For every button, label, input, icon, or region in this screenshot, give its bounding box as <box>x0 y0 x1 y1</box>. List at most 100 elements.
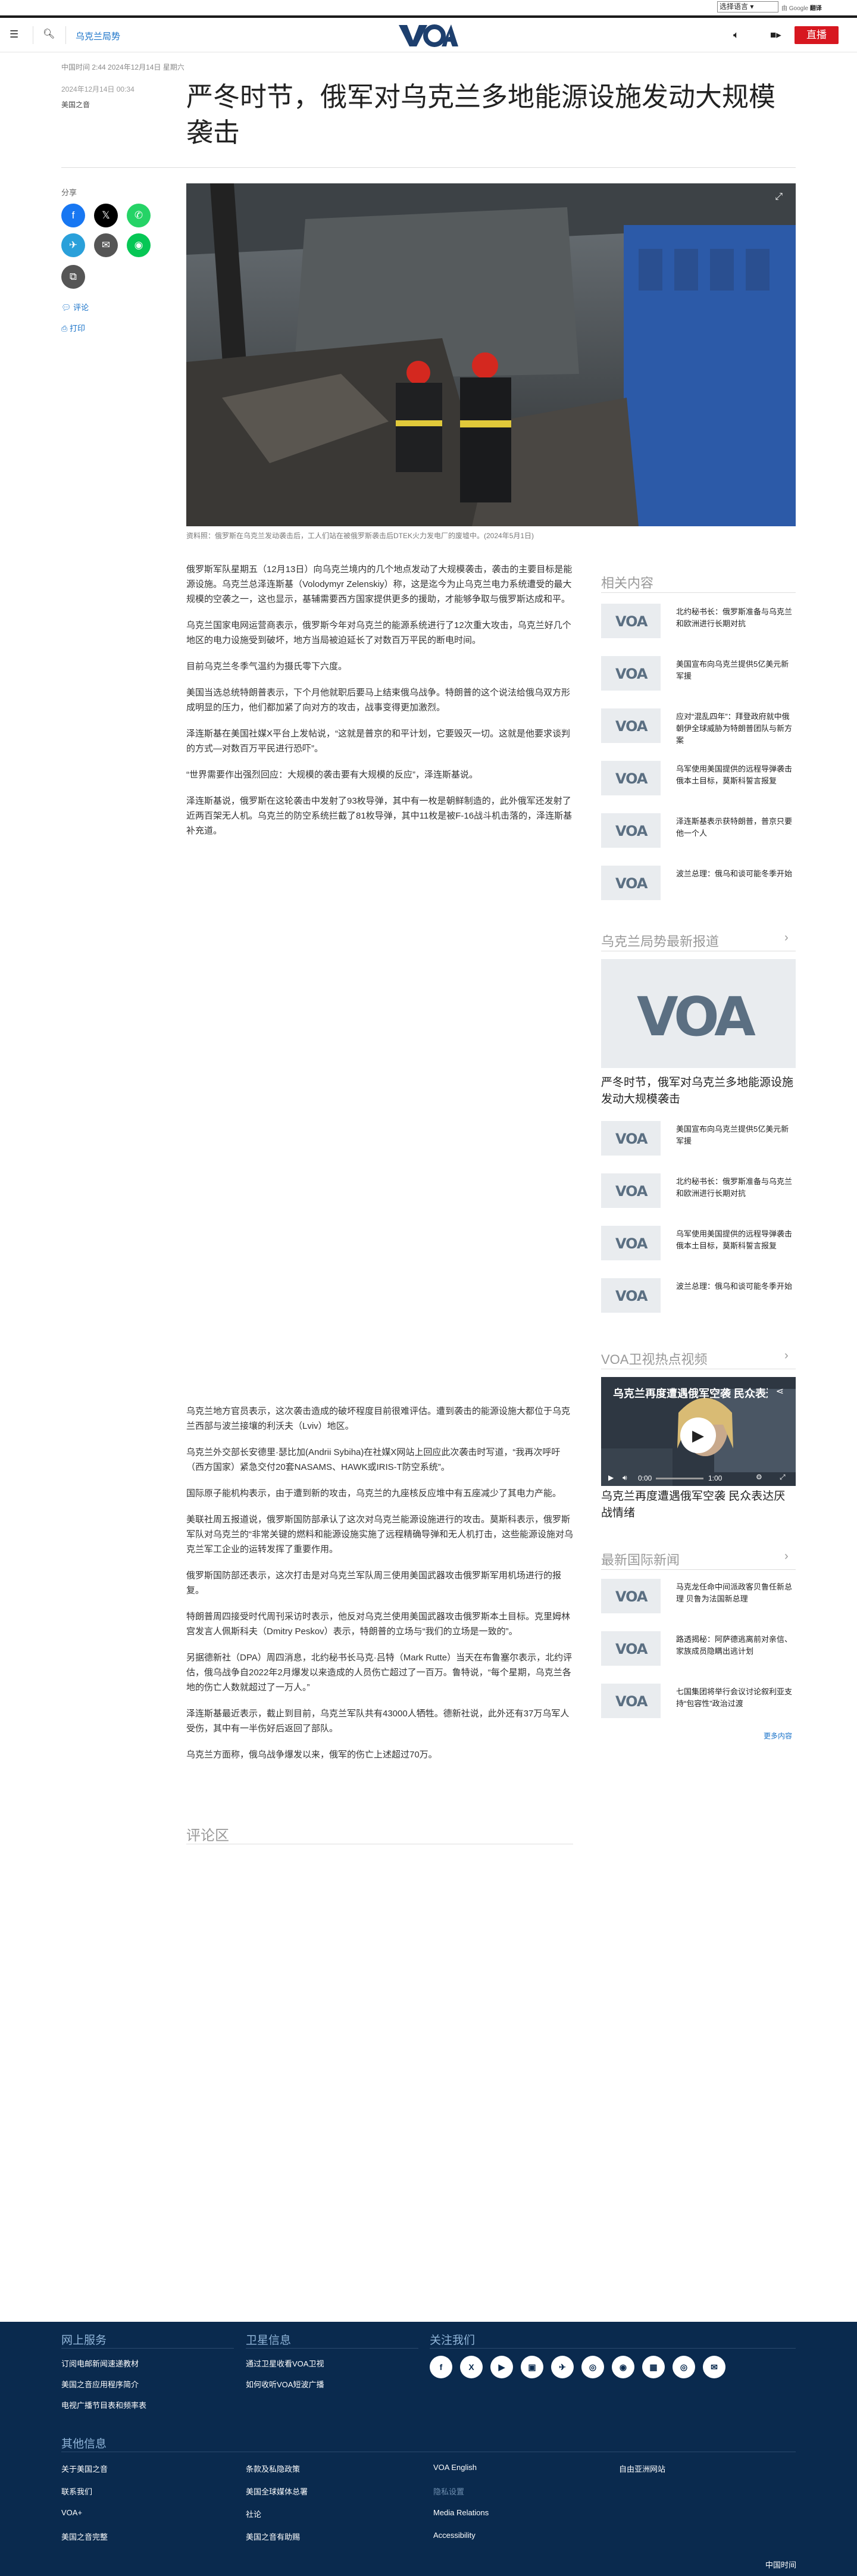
social-icon[interactable]: X <box>460 2356 483 2378</box>
social-icon[interactable]: ✉ <box>703 2356 725 2378</box>
footer-link[interactable]: 隐私设置 <box>433 2486 464 2497</box>
list-item[interactable]: VOA 波兰总理：俄乌和谈可能冬季开始 <box>601 1278 796 1316</box>
list-item[interactable]: VOA 北约秘书长：俄罗斯准备与乌克兰和欧洲进行长期对抗 <box>601 1173 796 1211</box>
article-body-continued: 乌克兰地方官员表示，这次袭击造成的破坏程度目前很难评估。遭到袭击的能源设施大都位… <box>186 1404 573 1773</box>
live-button[interactable]: 直播 <box>795 26 839 44</box>
voa-logo-placeholder: VOA <box>615 1693 648 1710</box>
share-icon[interactable]: ⋖ <box>776 1385 784 1397</box>
audio-icon[interactable]: 🔈︎ <box>733 29 739 41</box>
voa-logo-placeholder: VOA <box>615 666 648 682</box>
chevron-right-icon[interactable]: › <box>784 1349 789 1363</box>
footer-link[interactable]: 如何收听VOA短波广播 <box>246 2378 324 2390</box>
list-item-title: 路透揭秘：阿萨德逃离前对亲信、家族成员隐瞒出逃计划 <box>676 1635 793 1656</box>
voa-logo[interactable] <box>398 23 459 48</box>
voa-logo-placeholder: VOA <box>615 770 648 787</box>
social-icon[interactable]: ◎ <box>673 2356 695 2378</box>
footer-link[interactable]: 条款及私隐政策 <box>246 2463 300 2474</box>
footer-link[interactable]: 美国全球媒体总署 <box>246 2486 308 2497</box>
list-item-title: 波兰总理：俄乌和谈可能冬季开始 <box>676 1282 793 1291</box>
power-plant-ruins-photo <box>186 183 796 526</box>
x-share-icon[interactable]: 𝕏 <box>94 204 118 227</box>
video-player[interactable]: 乌克兰再度遭遇俄军空袭 民众表达... ⋖ ▶ ▶ 🔊︎ 0:00 1:00 ⚙… <box>601 1377 796 1486</box>
search-icon[interactable]: 🔍︎ <box>43 28 55 40</box>
list-item[interactable]: VOA 七国集团将举行会议讨论叙利亚支持“包容性”政治过渡 <box>601 1684 796 1722</box>
list-item[interactable]: VOA 路透揭秘：阿萨德逃离前对亲信、家族成员隐瞒出逃计划 <box>601 1631 796 1669</box>
social-icon[interactable]: ◉ <box>612 2356 634 2378</box>
footer-link[interactable]: Media Relations <box>433 2508 489 2517</box>
play-icon[interactable]: ▶ <box>680 1417 716 1453</box>
menu-icon[interactable]: ☰ <box>10 29 18 40</box>
article-paragraph: 泽连斯基说，俄罗斯在这轮袭击中发射了93枚导弹，其中有一枚是朝鲜制造的，此外俄军… <box>186 796 573 836</box>
whatsapp-share-icon[interactable]: ✆ <box>127 204 151 227</box>
footer-link[interactable]: 关于美国之音 <box>61 2463 108 2474</box>
footer-link[interactable]: 电视广播节目表和频率表 <box>61 2399 146 2410</box>
facebook-share-icon[interactable]: f <box>61 204 85 227</box>
footer-link[interactable]: 订阅电邮新闻速递教材 <box>61 2358 139 2369</box>
footer-link[interactable]: VOA English <box>433 2463 477 2472</box>
chevron-right-icon[interactable]: › <box>784 1550 789 1563</box>
list-item[interactable]: VOA 乌军使用美国提供的远程导弹袭击俄本土目标，莫斯科誓言报复 <box>601 761 796 799</box>
telegram-share-icon[interactable]: ✈ <box>61 233 85 257</box>
line-share-icon[interactable]: ◉ <box>127 233 151 257</box>
chevron-right-icon[interactable]: › <box>784 931 789 945</box>
video-progress-bar[interactable] <box>656 1478 703 1479</box>
social-icon[interactable]: ▣ <box>521 2356 543 2378</box>
latest-heading[interactable]: 乌克兰局势最新报道 <box>601 931 719 950</box>
social-icon[interactable]: ▶ <box>490 2356 513 2378</box>
voa-logo-placeholder: VOA <box>637 986 756 1048</box>
footer-link[interactable]: 自由亚洲网站 <box>619 2463 665 2474</box>
list-item-title: 美国宣布向乌克兰提供5亿美元新军援 <box>676 660 789 680</box>
voa-logo-placeholder: VOA <box>615 1183 648 1200</box>
footer-link[interactable]: 美国之音应用程序简介 <box>61 2378 139 2390</box>
hero-image[interactable]: ⤢ <box>186 183 796 526</box>
social-icon[interactable]: f <box>430 2356 452 2378</box>
thumbnail: VOA <box>601 1631 661 1666</box>
footer-link[interactable]: 社论 <box>246 2508 261 2519</box>
featured-title[interactable]: 严冬时节，俄军对乌克兰多地能源设施发动大规模袭击 <box>601 1075 796 1108</box>
video-caption[interactable]: 乌克兰再度遭遇俄军空袭 民众表达厌战情绪 <box>601 1488 796 1522</box>
footer-link[interactable]: 联系我们 <box>61 2486 92 2497</box>
list-item[interactable]: VOA 乌军使用美国提供的远程导弹袭击俄本土目标，莫斯科誓言报复 <box>601 1226 796 1264</box>
google-translate-credit: 由 Google 翻译 <box>781 5 822 12</box>
date-line: 中国时间 2:44 2024年12月14日 星期六 <box>61 63 184 71</box>
fullscreen-icon[interactable]: ⤢ <box>780 1473 786 1482</box>
featured-thumbnail[interactable]: VOA <box>601 959 796 1068</box>
footer-link[interactable]: 美国之音有助赐 <box>246 2531 300 2542</box>
video-heading[interactable]: VOA卫视热点视频 <box>601 1349 707 1368</box>
related-divider <box>601 592 796 593</box>
list-item[interactable]: VOA 应对“混乱四年”：拜登政府就中俄朝伊全球威胁为特朗普团队与新方案 <box>601 708 796 747</box>
video-duration: 1:00 <box>708 1474 722 1482</box>
footer-link[interactable]: VOA+ <box>61 2508 82 2517</box>
footer-link[interactable]: 通过卫星收看VOA卫视 <box>246 2358 324 2369</box>
list-item[interactable]: VOA 马克龙任命中间派政客贝鲁任新总理 贝鲁为法国新总理 <box>601 1579 796 1617</box>
list-item[interactable]: VOA 北约秘书长：俄罗斯准备与乌克兰和欧洲进行长期对抗 <box>601 604 796 642</box>
copy-link-icon[interactable]: ⧉ <box>61 265 85 289</box>
social-icon[interactable]: ◎ <box>581 2356 604 2378</box>
footer-link[interactable]: 美国之音完整 <box>61 2531 108 2542</box>
list-item[interactable]: VOA 美国宣布向乌克兰提供5亿美元新军援 <box>601 656 796 694</box>
footer-link[interactable]: Accessibility <box>433 2531 476 2540</box>
thumbnail: VOA <box>601 1579 661 1613</box>
language-select[interactable]: 选择语言 ▾ <box>717 1 778 13</box>
video-icon[interactable]: ■▸ <box>770 29 781 41</box>
world-heading[interactable]: 最新国际新闻 <box>601 1550 680 1569</box>
thumbnail: VOA <box>601 656 661 691</box>
play-small-icon[interactable]: ▶ <box>608 1473 614 1482</box>
fullscreen-icon[interactable]: ⤢ <box>775 192 783 202</box>
more-link[interactable]: 更多内容 <box>764 1731 792 1741</box>
article-paragraph: 乌克兰地方官员表示，这次袭击造成的破坏程度目前很难评估。遭到袭击的能源设施大都位… <box>186 1406 571 1431</box>
comment-link[interactable]: 💬︎ 评论 <box>61 301 89 313</box>
voa-logo-placeholder: VOA <box>615 718 648 735</box>
section-link[interactable]: 乌克兰局势 <box>76 30 120 42</box>
settings-icon[interactable]: ⚙ <box>756 1473 762 1481</box>
list-item[interactable]: VOA 美国宣布向乌克兰提供5亿美元新军援 <box>601 1121 796 1159</box>
list-item[interactable]: VOA 泽连斯基表示获特朗普，普京只要他一个人 <box>601 813 796 851</box>
print-link[interactable]: ⎙ 打印 <box>61 322 85 333</box>
list-item[interactable]: VOA 波兰总理：俄乌和谈可能冬季开始 <box>601 866 796 904</box>
email-share-icon[interactable]: ✉ <box>94 233 118 257</box>
world-divider <box>601 1569 796 1570</box>
social-icon[interactable]: ✈ <box>551 2356 574 2378</box>
social-icon[interactable]: ▦ <box>642 2356 665 2378</box>
list-item-title: 北约秘书长：俄罗斯准备与乌克兰和欧洲进行长期对抗 <box>676 1177 793 1198</box>
volume-icon[interactable]: 🔊︎ <box>623 1473 627 1482</box>
